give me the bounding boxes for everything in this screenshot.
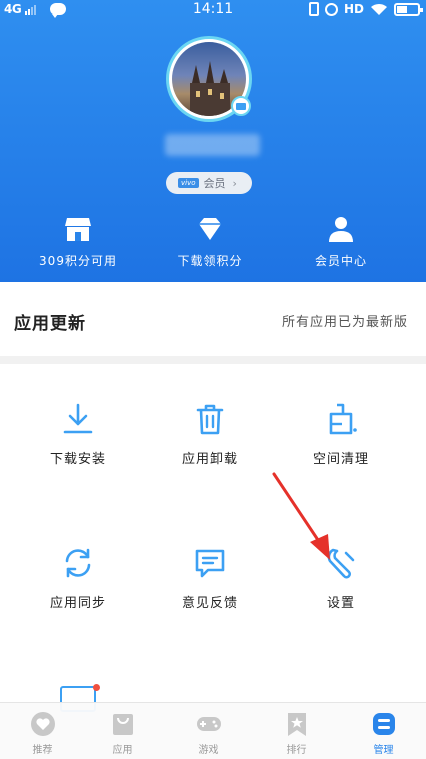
store-icon xyxy=(65,218,91,241)
nav-apps-label: 应用 xyxy=(112,745,133,756)
vip-badge[interactable]: vivo 会员 › xyxy=(166,172,252,194)
bookmark-icon xyxy=(287,713,306,736)
status-bar: 4G 14:11 HD xyxy=(0,0,426,20)
nav-apps[interactable]: 应用 xyxy=(80,711,165,756)
feedback-icon xyxy=(195,549,225,578)
username-blurred xyxy=(165,134,260,156)
heart-icon xyxy=(30,712,55,736)
wifi-icon xyxy=(371,3,387,15)
section-divider xyxy=(0,356,426,364)
nav-recommend[interactable]: 推荐 xyxy=(0,711,85,756)
diamond-icon xyxy=(199,218,221,240)
stat-points-label: 309积分可用 xyxy=(39,254,117,268)
trash-icon xyxy=(196,404,224,435)
tile-feedback[interactable]: 意见反馈 xyxy=(139,546,281,611)
download-icon xyxy=(63,403,93,434)
stat-member-center[interactable]: 会员中心 xyxy=(270,214,412,269)
nav-manage-label: 管理 xyxy=(373,745,394,756)
tile-download-install-label: 下载安装 xyxy=(49,452,106,467)
stat-points[interactable]: 309积分可用 xyxy=(7,214,149,269)
stat-download-points[interactable]: 下载领积分 xyxy=(139,214,281,269)
battery-icon xyxy=(394,2,423,16)
nav-manage[interactable]: 管理 xyxy=(341,711,426,756)
bottom-nav: 推荐 应用 游戏 排行 管理 xyxy=(0,702,426,759)
camera-icon[interactable] xyxy=(231,96,251,116)
tile-settings-label: 设置 xyxy=(326,596,355,611)
tile-uninstall[interactable]: 应用卸载 xyxy=(139,402,281,467)
person-icon xyxy=(329,217,353,242)
app-updates-title: 应用更新 xyxy=(14,314,86,334)
profile-header: 4G 14:11 HD vivo 会员 › 309积分可用 下载领积分 会员中心 xyxy=(0,0,426,282)
stat-member-center-label: 会员中心 xyxy=(314,254,367,268)
brush-icon xyxy=(329,403,357,435)
tile-space-cleanup-label: 空间清理 xyxy=(312,452,369,467)
castle-photo-icon xyxy=(190,61,230,116)
nav-recommend-label: 推荐 xyxy=(32,745,53,756)
notification-dot xyxy=(93,684,100,691)
manage-icon xyxy=(372,713,395,735)
app-updates-status: 所有应用已为最新版 xyxy=(281,315,408,330)
tile-download-install[interactable]: 下载安装 xyxy=(7,402,149,467)
nav-ranking-label: 排行 xyxy=(286,745,307,756)
alarm-icon xyxy=(324,2,338,16)
nav-games[interactable]: 游戏 xyxy=(166,711,251,756)
nav-games-label: 游戏 xyxy=(198,745,219,756)
app-updates-row[interactable]: 应用更新 所有应用已为最新版 xyxy=(0,282,426,356)
annotation-arrow xyxy=(272,472,330,560)
nav-ranking[interactable]: 排行 xyxy=(254,711,339,756)
tile-feedback-label: 意见反馈 xyxy=(181,596,238,611)
tile-app-sync-label: 应用同步 xyxy=(49,596,106,611)
sync-icon xyxy=(65,548,91,578)
vip-label: 会员 xyxy=(203,177,226,190)
vivo-logo: vivo xyxy=(178,178,199,188)
hd-indicator: HD xyxy=(343,2,364,16)
gamepad-icon xyxy=(196,717,221,731)
tile-uninstall-label: 应用卸载 xyxy=(181,452,238,467)
tile-app-sync[interactable]: 应用同步 xyxy=(7,546,149,611)
tile-space-cleanup[interactable]: 空间清理 xyxy=(270,402,412,467)
chevron-right-icon: › xyxy=(232,176,237,190)
bag-icon xyxy=(112,714,133,735)
stat-download-points-label: 下载领积分 xyxy=(177,254,243,268)
vibrate-icon xyxy=(308,2,319,16)
